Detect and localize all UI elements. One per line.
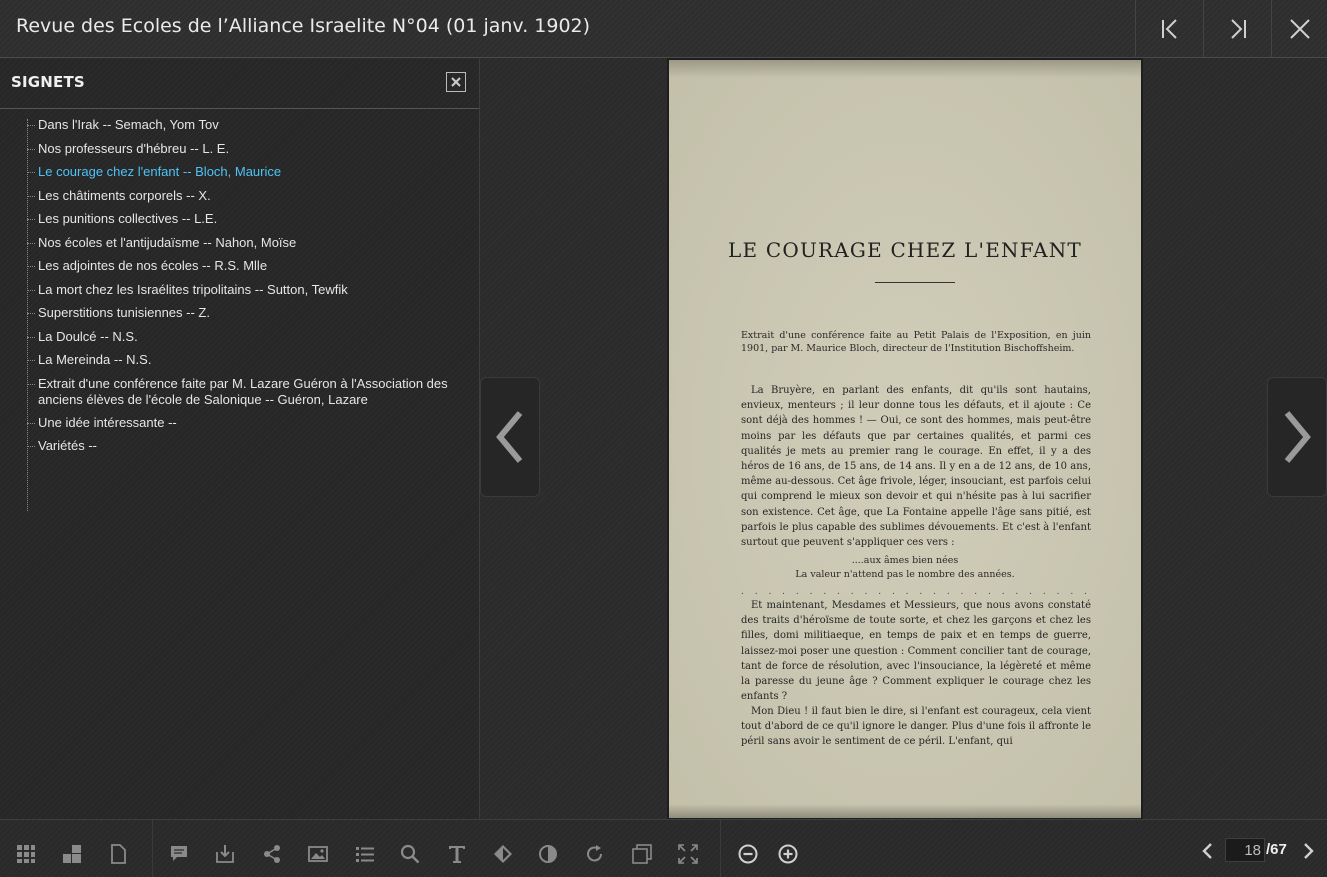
previous-page-button[interactable] xyxy=(480,377,540,497)
page-ellipsis: . . . . . . . . . . . . . . . . . . . . … xyxy=(741,587,1091,597)
grid-view-icon[interactable] xyxy=(16,844,36,864)
page-paragraph: Mon Dieu ! il faut bien le dire, si l'en… xyxy=(741,706,1091,748)
single-page-icon[interactable] xyxy=(108,844,128,864)
comment-icon[interactable] xyxy=(169,844,189,864)
bookmarks-list: Dans l'Irak -- Semach, Yom Tov Nos profe… xyxy=(0,117,480,462)
zoom-in-icon[interactable] xyxy=(778,844,798,864)
close-icon xyxy=(1289,19,1310,39)
close-panel-icon xyxy=(451,77,461,87)
page-number-input[interactable] xyxy=(1225,838,1265,862)
bookmark-item[interactable]: Les punitions collectives -- L.E. xyxy=(0,211,480,235)
divider xyxy=(875,282,955,283)
close-viewer-button[interactable] xyxy=(1271,0,1327,58)
list-icon[interactable] xyxy=(355,844,375,864)
contrast-diamond-icon[interactable] xyxy=(493,844,513,864)
fullscreen-icon[interactable] xyxy=(678,844,698,864)
bookmark-item[interactable]: Les adjointes de nos écoles -- R.S. Mlle xyxy=(0,258,480,282)
bookmark-item[interactable]: Dans l'Irak -- Semach, Yom Tov xyxy=(0,117,480,141)
next-page-button[interactable] xyxy=(1267,377,1327,497)
page-verse: ....aux âmes bien nées xyxy=(851,555,959,566)
double-page-icon[interactable] xyxy=(632,844,652,864)
bookmark-item[interactable]: Nos écoles et l'antijudaïsme -- Nahon, M… xyxy=(0,235,480,259)
contrast-icon[interactable] xyxy=(538,844,558,864)
last-page-button[interactable] xyxy=(1203,0,1271,58)
previous-page-small-button[interactable] xyxy=(1198,841,1218,861)
chevron-left-icon xyxy=(496,411,523,463)
chevron-right-icon xyxy=(1304,843,1314,859)
document-title: Revue des Ecoles de l’Alliance Israelite… xyxy=(16,15,591,37)
bookmark-item[interactable]: La Doulcé -- N.S. xyxy=(0,329,480,353)
page-heading: LE COURAGE CHEZ L'ENFANT xyxy=(728,238,1082,262)
first-page-button[interactable] xyxy=(1135,0,1203,58)
page-paragraph: La Bruyère, en parlant des enfants, dit … xyxy=(741,385,1091,549)
search-icon[interactable] xyxy=(400,844,420,864)
bookmark-item[interactable]: Une idée intéressante -- xyxy=(0,415,480,439)
bookmark-item[interactable]: Nos professeurs d'hébreu -- L. E. xyxy=(0,141,480,165)
rotate-icon[interactable] xyxy=(585,844,605,864)
bookmarks-panel: SIGNETS Dans l'Irak -- Semach, Yom Tov N… xyxy=(0,59,480,819)
bookmark-item[interactable]: Variétés -- xyxy=(0,438,480,462)
bookmarks-header: SIGNETS xyxy=(0,59,479,109)
page-paragraph: Et maintenant, Mesdames et Messieurs, qu… xyxy=(741,600,1091,703)
chevron-right-icon xyxy=(1284,411,1311,463)
text-icon[interactable] xyxy=(447,844,467,864)
page-verse: La valeur n'attend pas le nombre des ann… xyxy=(795,569,1015,580)
bookmarks-title: SIGNETS xyxy=(11,73,85,91)
first-page-icon xyxy=(1161,19,1177,39)
bookmark-item[interactable]: Extrait d'une conférence faite par M. La… xyxy=(0,376,480,415)
mosaic-view-icon[interactable] xyxy=(62,844,82,864)
zoom-out-icon[interactable] xyxy=(738,844,758,864)
bookmark-item[interactable]: La mort chez les Israélites tripolitains… xyxy=(0,282,480,306)
bottom-toolbar: /67 xyxy=(0,819,1327,877)
close-panel-button[interactable] xyxy=(446,72,466,92)
bookmark-item[interactable]: La Mereinda -- N.S. xyxy=(0,352,480,376)
header-bar: Revue des Ecoles de l’Alliance Israelite… xyxy=(0,0,1327,58)
image-icon[interactable] xyxy=(308,844,328,864)
chevron-left-icon xyxy=(1202,843,1212,859)
bookmark-item[interactable]: Les châtiments corporels -- X. xyxy=(0,188,480,212)
last-page-icon xyxy=(1230,19,1246,39)
share-icon[interactable] xyxy=(262,844,282,864)
page-intro: Extrait d'une conférence faite au Petit … xyxy=(741,330,1091,354)
bookmark-item-active[interactable]: Le courage chez l'enfant -- Bloch, Mauri… xyxy=(0,164,480,188)
total-pages: /67 xyxy=(1266,841,1287,858)
bookmark-item[interactable]: Superstitions tunisiennes -- Z. xyxy=(0,305,480,329)
download-icon[interactable] xyxy=(215,844,235,864)
next-page-small-button[interactable] xyxy=(1298,841,1318,861)
document-page: LE COURAGE CHEZ L'ENFANT Extrait d'une c… xyxy=(669,60,1141,818)
